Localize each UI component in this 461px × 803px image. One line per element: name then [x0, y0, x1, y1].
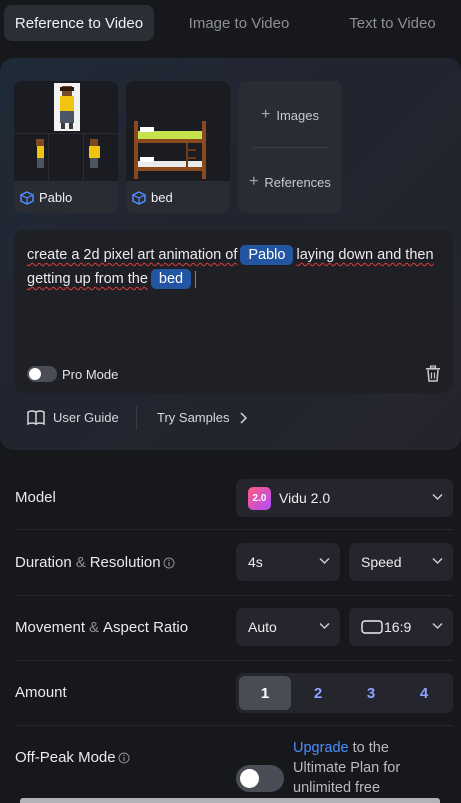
- prompt-text-part1: create a 2d pixel art animation of: [27, 247, 238, 263]
- add-images-button[interactable]: + Images: [238, 106, 342, 124]
- divider: [136, 406, 137, 430]
- divider: [15, 725, 453, 726]
- resolution-select[interactable]: Speed: [349, 543, 453, 581]
- resolution-label: Resolution: [89, 554, 161, 571]
- try-samples-label: Try Samples: [157, 410, 230, 425]
- cube-icon: [20, 190, 34, 205]
- model-value: Vidu 2.0: [279, 490, 331, 506]
- bed-thumbnail: [126, 81, 230, 181]
- tab-image-to-video[interactable]: Image to Video: [154, 5, 324, 41]
- reference-card-bed[interactable]: bed: [126, 81, 230, 213]
- model-select[interactable]: 2.0 Vidu 2.0: [236, 479, 453, 517]
- toggle-knob: [240, 769, 259, 788]
- reference-panel: Pablo bed + Images + References create a…: [0, 58, 461, 450]
- chevron-down-icon: [432, 622, 443, 630]
- prompt-tag-pablo[interactable]: Pablo: [240, 245, 294, 265]
- user-guide-label: User Guide: [53, 410, 119, 425]
- aspect-ratio-icon: [361, 620, 383, 634]
- amount-label: Amount: [15, 684, 67, 701]
- vidu-logo-icon: 2.0: [248, 486, 271, 510]
- amount-option-4[interactable]: 4: [398, 676, 450, 710]
- movement-aspect-label: Movement & Aspect Ratio: [15, 619, 188, 636]
- mode-tabs: Reference to Video Image to Video Text t…: [0, 0, 461, 46]
- try-samples-link[interactable]: Try Samples: [157, 410, 248, 425]
- chevron-down-icon: [432, 493, 443, 501]
- amount-selector: 1 2 3 4: [236, 673, 453, 713]
- trash-icon[interactable]: [425, 365, 441, 383]
- divider: [252, 147, 328, 148]
- plus-icon: +: [249, 173, 259, 190]
- duration-value: 4s: [248, 554, 263, 570]
- upgrade-message: Upgrade to the Ultimate Plan for unlimit…: [293, 738, 443, 798]
- model-label: Model: [15, 489, 56, 506]
- prompt-text[interactable]: create a 2d pixel art animation of Pablo l…: [27, 243, 437, 291]
- ampersand: &: [75, 554, 86, 571]
- chevron-down-icon: [319, 557, 330, 565]
- reference-name: bed: [151, 190, 173, 205]
- chevron-right-icon: [240, 411, 248, 424]
- aspect-ratio-value: 16:9: [384, 619, 412, 635]
- amount-option-1[interactable]: 1: [239, 676, 291, 710]
- off-peak-toggle[interactable]: [236, 765, 284, 792]
- plus-icon: +: [261, 106, 271, 123]
- user-guide-link[interactable]: User Guide: [27, 410, 119, 425]
- add-references-label: References: [264, 174, 331, 190]
- off-peak-label-row: Off-Peak Mode: [15, 749, 130, 766]
- reference-label-bed: bed: [132, 190, 173, 205]
- tab-reference-to-video[interactable]: Reference to Video: [4, 5, 154, 41]
- amount-option-3[interactable]: 3: [345, 676, 397, 710]
- add-references-card: + Images + References: [238, 81, 342, 213]
- pro-mode-toggle[interactable]: [27, 366, 57, 382]
- reference-name: Pablo: [39, 190, 73, 205]
- divider: [15, 660, 453, 661]
- cube-icon: [132, 190, 146, 205]
- reference-label-pablo: Pablo: [20, 190, 72, 205]
- reference-card-pablo[interactable]: Pablo: [14, 81, 118, 213]
- movement-select[interactable]: Auto: [236, 608, 340, 646]
- duration-select[interactable]: 4s: [236, 543, 340, 581]
- pro-mode-label: Pro Mode: [62, 367, 119, 382]
- prompt-tag-bed[interactable]: bed: [150, 269, 192, 289]
- tab-text-to-video[interactable]: Text to Video: [324, 5, 461, 41]
- add-references-button[interactable]: + References: [238, 173, 342, 191]
- movement-label: Movement: [15, 619, 86, 636]
- duration-label: Duration: [15, 554, 72, 571]
- upgrade-link[interactable]: Upgrade: [293, 740, 349, 756]
- chevron-down-icon: [432, 557, 443, 565]
- movement-value: Auto: [248, 619, 277, 635]
- bottom-bar: [20, 798, 440, 803]
- aspect-ratio-select[interactable]: 16:9: [349, 608, 453, 646]
- chevron-down-icon: [319, 622, 330, 630]
- divider: [15, 595, 453, 596]
- aspect-ratio-label: Aspect Ratio: [103, 619, 189, 636]
- resolution-value: Speed: [361, 554, 402, 570]
- off-peak-label: Off-Peak Mode: [15, 749, 116, 766]
- pablo-thumbnail: [14, 81, 118, 181]
- info-icon[interactable]: [163, 557, 175, 569]
- text-cursor: [195, 270, 197, 288]
- info-icon[interactable]: [118, 752, 130, 764]
- duration-resolution-label: Duration & Resolution: [15, 554, 175, 571]
- prompt-editor[interactable]: create a 2d pixel art animation of Pablo l…: [14, 230, 453, 393]
- book-icon: [27, 410, 45, 425]
- amount-option-2[interactable]: 2: [292, 676, 344, 710]
- add-images-label: Images: [276, 107, 319, 123]
- ampersand: &: [89, 619, 100, 636]
- toggle-knob: [29, 368, 41, 380]
- divider: [15, 529, 453, 530]
